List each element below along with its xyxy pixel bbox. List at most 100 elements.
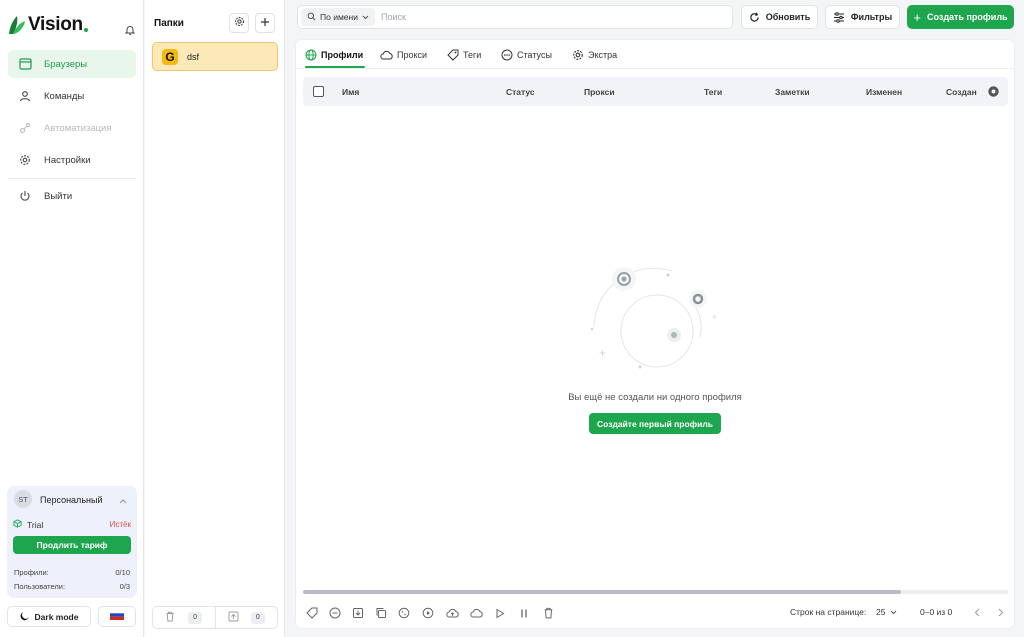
filters-icon	[833, 11, 844, 23]
search-icon	[307, 12, 316, 23]
filters-label: Фильтры	[850, 12, 893, 22]
scrollbar-thumb[interactable]	[303, 590, 901, 594]
chevron-left-icon[interactable]	[970, 605, 984, 619]
table-header: Имя Статус Прокси Теги Заметки Изменен С…	[303, 77, 1008, 106]
language-button[interactable]	[98, 606, 136, 627]
search-mode-select[interactable]: По имени	[301, 8, 375, 26]
chevron-right-icon[interactable]	[994, 605, 1008, 619]
empty-state-message: Вы ещё не создали ни одного профиля	[568, 392, 742, 403]
tab-extra[interactable]: Экстра	[572, 40, 617, 69]
globe-icon	[305, 48, 317, 61]
rows-per-page-select[interactable]: 25	[876, 607, 897, 617]
filters-button[interactable]: Фильтры	[825, 5, 900, 29]
moon-icon	[20, 611, 30, 623]
create-first-profile-button[interactable]: Создайте первый профиль	[589, 413, 721, 434]
workspace-name[interactable]: Персональный	[40, 495, 102, 505]
avatar[interactable]: ST	[14, 490, 32, 508]
trial-row: Trial Истёк	[13, 519, 131, 530]
cloud-icon	[380, 50, 393, 59]
pause-icon[interactable]	[517, 606, 531, 620]
tab-tags[interactable]: Теги	[447, 40, 481, 69]
status-icon	[501, 49, 513, 60]
tab-label: Профили	[321, 49, 364, 60]
trash-icon[interactable]	[541, 606, 555, 620]
profiles-stat-label: Профили:	[14, 568, 49, 577]
brand-logo[interactable]: Vision	[8, 14, 88, 36]
profiles-stat: Профили: 0/10	[14, 568, 130, 577]
leaf-logo-icon	[8, 15, 26, 35]
column-header-notes[interactable]: Заметки	[775, 77, 810, 106]
bell-icon[interactable]	[124, 24, 136, 36]
chevron-down-icon	[362, 12, 369, 22]
user-icon	[18, 89, 32, 103]
play-icon[interactable]	[493, 606, 507, 620]
dark-mode-button[interactable]: Dark mode	[7, 606, 91, 627]
users-stat: Пользователи: 0/3	[14, 582, 130, 591]
sidebar-item-label: Настройки	[44, 154, 91, 166]
cookie-icon[interactable]	[397, 606, 411, 620]
sidebar-item-automation[interactable]: Автоматизация	[8, 114, 136, 142]
refresh-icon	[750, 11, 759, 22]
sidebar-item-label: Браузеры	[44, 58, 88, 70]
column-header-name[interactable]: Имя	[342, 77, 359, 106]
column-header-created[interactable]: Создан	[946, 77, 977, 106]
trash-icon	[165, 611, 175, 625]
folder-item[interactable]: G dsf	[152, 42, 278, 71]
power-icon	[18, 189, 32, 203]
tab-label: Статусы	[517, 49, 552, 60]
svg-text:+: +	[712, 312, 717, 322]
copy-icon[interactable]	[374, 606, 388, 620]
sidebar-item-settings[interactable]: Настройки	[8, 146, 136, 174]
chevron-down-icon	[890, 607, 897, 617]
sidebar-divider	[8, 178, 136, 179]
cube-icon	[13, 519, 22, 530]
gear-icon	[573, 49, 583, 60]
column-header-status[interactable]: Статус	[506, 77, 535, 106]
create-profile-button[interactable]: + Создать профиль	[907, 5, 1014, 29]
sidebar: Vision Браузеры Команды Автоматизация На…	[0, 0, 144, 637]
cloud-icon[interactable]	[469, 606, 483, 620]
column-header-tags[interactable]: Теги	[704, 77, 722, 106]
sidebar-item-label: Автоматизация	[44, 122, 112, 134]
brand-name: Vision	[28, 14, 83, 35]
logout-button[interactable]: Выйти	[8, 182, 136, 210]
tab-proxies[interactable]: Прокси	[380, 40, 427, 69]
dark-mode-label: Dark mode	[34, 611, 79, 622]
tab-profiles[interactable]: Профили	[305, 40, 363, 69]
tab-label: Экстра	[588, 49, 618, 60]
search-bar: По имени	[297, 5, 733, 29]
sidebar-item-teams[interactable]: Команды	[8, 82, 136, 110]
main-panel: Профили Прокси Теги Статусы Экстра Имя С…	[295, 39, 1015, 629]
tab-label: Прокси	[397, 49, 428, 60]
search-input[interactable]	[380, 12, 681, 22]
column-header-modified[interactable]: Изменен	[866, 77, 902, 106]
add-folder-button[interactable]	[255, 13, 275, 33]
users-stat-value: 0/3	[119, 582, 130, 591]
extend-plan-button[interactable]: Продлить тариф	[13, 536, 131, 554]
move-to-folder-icon[interactable]	[351, 606, 365, 620]
rows-per-page-value: 25	[876, 607, 886, 617]
archive-button[interactable]: 0	[214, 607, 278, 628]
active-tab-indicator	[305, 66, 365, 68]
brand-dot	[83, 28, 88, 32]
refresh-label: Обновить	[765, 12, 811, 22]
horizontal-scrollbar[interactable]	[303, 590, 1008, 594]
tab-statuses[interactable]: Статусы	[501, 40, 552, 69]
logout-label: Выйти	[44, 190, 73, 202]
empty-state-illustration: + +	[582, 257, 732, 377]
column-header-proxy[interactable]: Прокси	[584, 77, 615, 106]
refresh-button[interactable]: Обновить	[741, 5, 818, 29]
folder-settings-button[interactable]	[229, 13, 249, 33]
tag-icon[interactable]	[305, 606, 319, 620]
rows-per-page-label: Строк на странице:	[790, 607, 867, 617]
chevron-up-icon[interactable]	[119, 496, 127, 507]
play-circle-icon[interactable]	[421, 606, 435, 620]
folders-title: Папки	[154, 18, 184, 29]
sidebar-item-browsers[interactable]: Браузеры	[8, 50, 136, 78]
cloud-upload-icon[interactable]	[445, 606, 459, 620]
column-settings-icon[interactable]	[987, 77, 1000, 106]
status-icon[interactable]	[328, 606, 342, 620]
select-all-checkbox[interactable]	[313, 86, 324, 97]
trash-button[interactable]: 0	[153, 607, 215, 628]
bulk-actions-bar: Строк на странице: 25 0–0 из 0	[296, 598, 1014, 628]
